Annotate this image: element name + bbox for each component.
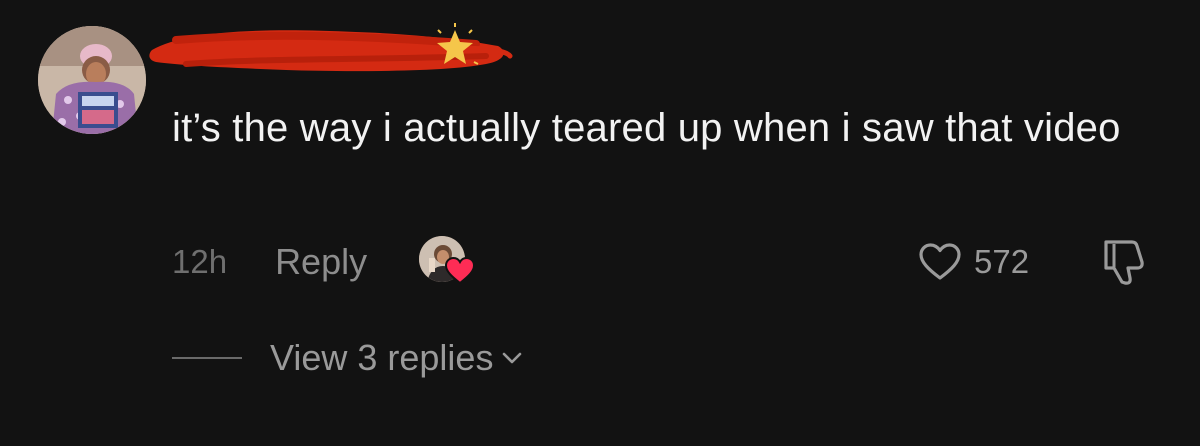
thumbs-down-icon[interactable] <box>1100 236 1154 288</box>
avatar-photo <box>38 26 146 134</box>
view-replies-button[interactable]: View 3 replies <box>270 337 525 379</box>
heart-outline-icon <box>919 243 961 280</box>
liked-by-creator-badge <box>419 236 479 288</box>
view-replies-label: View 3 replies <box>270 337 494 378</box>
like-button[interactable]: 572 <box>918 236 1029 288</box>
replies-divider <box>172 357 242 359</box>
comment-timestamp: 12h <box>172 243 228 280</box>
comment-text: it’s the way i actually teared up when i… <box>172 106 1121 150</box>
comment-meta-row: 12h Reply <box>172 236 479 288</box>
like-count: 572 <box>974 243 1030 280</box>
reply-button[interactable]: Reply <box>275 241 367 283</box>
creator-heart-icon <box>445 256 476 285</box>
comment-item: it’s the way i actually teared up when i… <box>0 0 1200 446</box>
replies-row: View 3 replies <box>172 332 525 384</box>
star-emoji-icon <box>437 23 479 65</box>
chevron-down-icon <box>503 352 522 364</box>
user-avatar[interactable] <box>38 26 146 134</box>
